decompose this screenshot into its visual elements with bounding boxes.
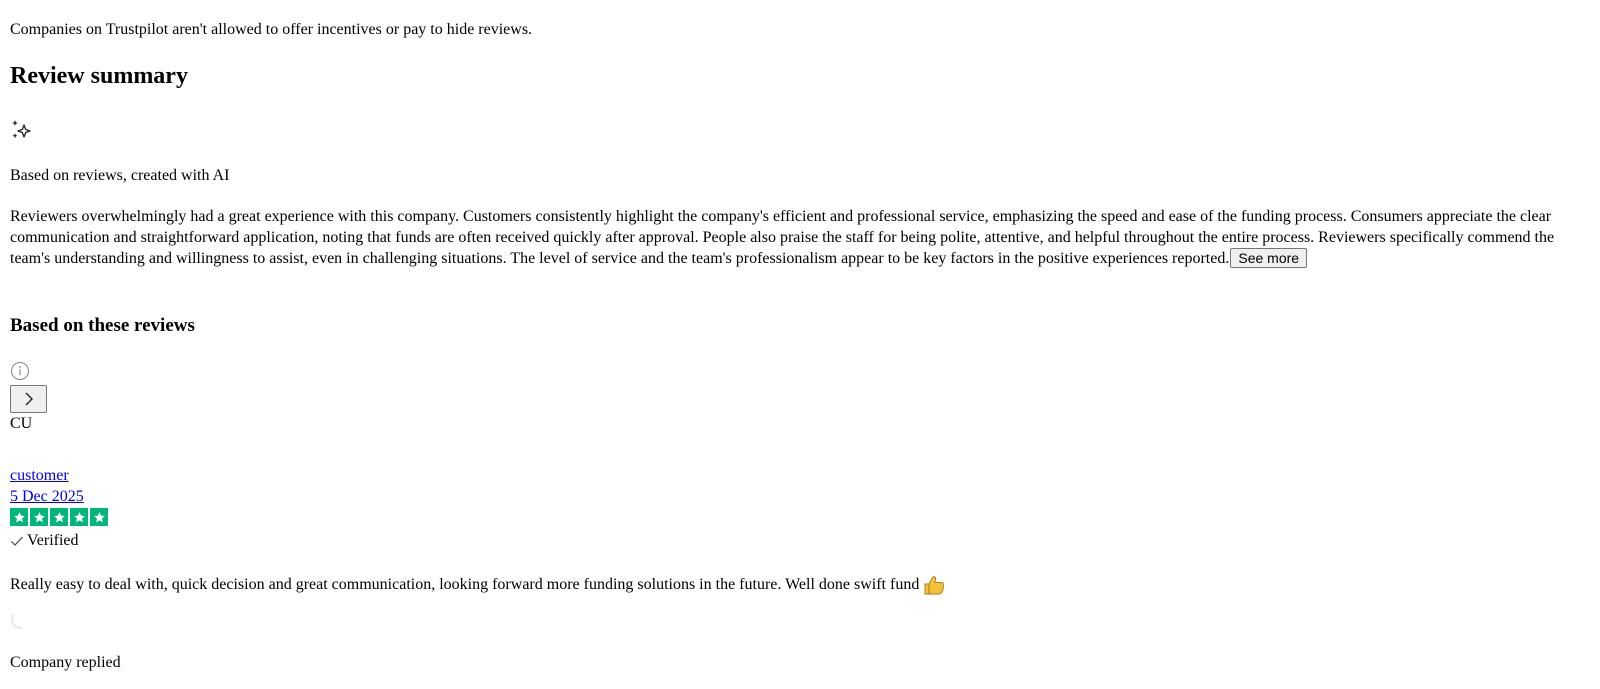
star-icon [50, 508, 68, 526]
info-icon[interactable] [10, 361, 30, 381]
chevron-right-icon [25, 392, 33, 406]
reviewer-name-link[interactable]: customer [10, 467, 69, 485]
star-icon [90, 508, 108, 526]
thumbs-up-icon [924, 576, 945, 595]
review-summary-heading: Review summary [10, 63, 188, 89]
based-on-reviews-heading: Based on these reviews [10, 315, 195, 336]
next-review-button[interactable] [10, 385, 47, 413]
star-rating [10, 508, 108, 526]
see-more-button[interactable]: See more [1230, 248, 1308, 268]
reviewer-avatar: CU [10, 415, 33, 432]
review-text: Really easy to deal with, quick decision… [10, 576, 920, 593]
trustpilot-notice: Companies on Trustpilot aren't allowed t… [10, 21, 533, 38]
sparkles-icon [12, 120, 31, 139]
review-body: Really easy to deal with, quick decision… [10, 575, 945, 595]
ai-summary-caption: Based on reviews, created with AI [10, 167, 230, 184]
summary-body: Reviewers overwhelmingly had a great exp… [10, 208, 1555, 267]
star-icon [70, 508, 88, 526]
star-icon [30, 508, 48, 526]
star-icon [10, 508, 28, 526]
checkmark-icon [11, 536, 23, 546]
company-replied-label: Company replied [10, 654, 121, 671]
loading-spinner-icon [11, 614, 23, 629]
verified-badge: Verified [10, 532, 79, 550]
review-summary-text: Reviewers overwhelmingly had a great exp… [10, 206, 1585, 269]
verified-label: Verified [27, 532, 79, 549]
review-date-link[interactable]: 5 Dec 2025 [10, 488, 84, 506]
